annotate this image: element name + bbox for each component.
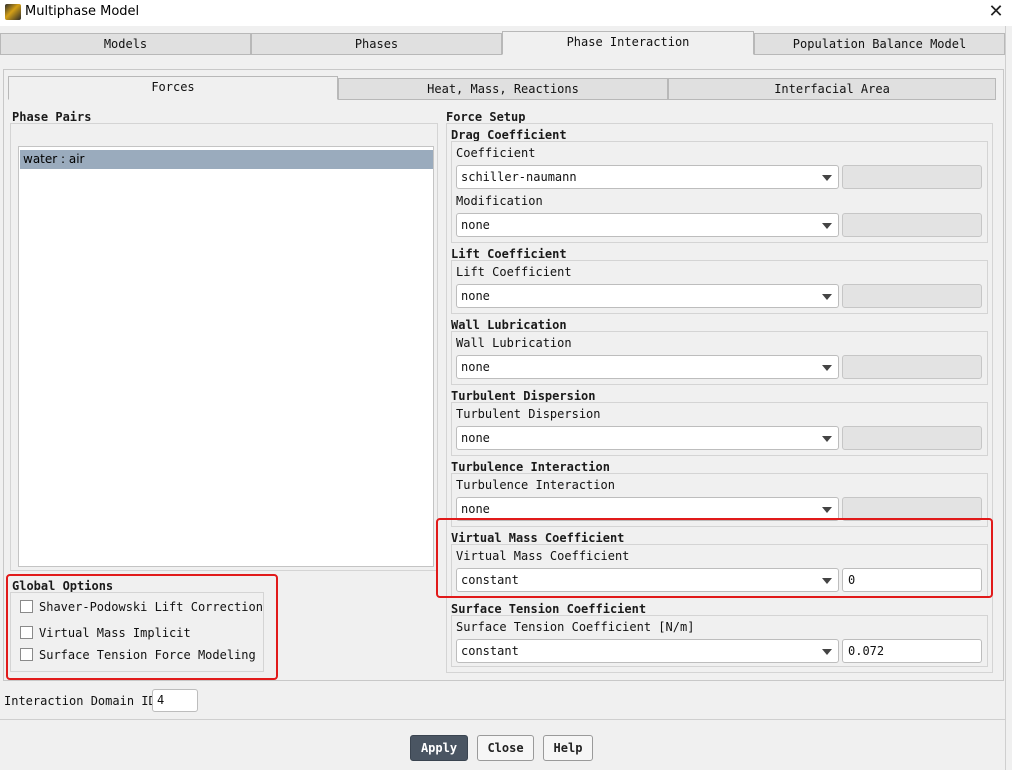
tab-phase-interaction[interactable]: Phase Interaction [502,31,754,55]
window-edge [1005,26,1006,770]
wall-lubrication-dropdown[interactable]: none [456,355,839,379]
turbulent-dispersion-title: Turbulent Dispersion [451,389,596,403]
tab-interfacial-area[interactable]: Interfacial Area [668,78,996,100]
surface-tension-coefficient-title: Surface Tension Coefficient [451,602,647,616]
wall-lubrication-title: Wall Lubrication [451,318,567,332]
surface-tension-coefficient-input[interactable]: 0.072 [842,639,982,663]
tab-forces[interactable]: Forces [8,76,338,100]
force-setup-title: Force Setup [446,110,526,124]
highlight-box-global-options [6,574,278,680]
chevron-down-icon [822,365,832,371]
lift-coefficient-value-field [842,284,982,308]
tab-population-balance-model[interactable]: Population Balance Model [754,33,1005,55]
lift-coefficient-dropdown[interactable]: none [456,284,839,308]
drag-modification-value: none [461,218,490,232]
drag-coefficient-value: schiller-naumann [461,170,577,184]
turbulent-dispersion-value-field [842,426,982,450]
tab-models[interactable]: Models [0,33,251,55]
drag-modification-label: Modification [456,194,543,208]
chevron-down-icon [822,223,832,229]
help-button[interactable]: Help [543,735,593,761]
window-title: Multiphase Model [25,4,140,19]
turbulent-dispersion-dropdown[interactable]: none [456,426,839,450]
tab-heat-mass-reactions[interactable]: Heat, Mass, Reactions [338,78,668,100]
surface-tension-coefficient-label: Surface Tension Coefficient [N/m] [456,620,695,634]
close-button[interactable]: Close [477,735,534,761]
title-bar: Multiphase Model ✕ [0,0,1012,26]
wall-lubrication-label: Wall Lubrication [456,336,572,350]
turbulence-interaction-value: none [461,502,490,516]
list-item[interactable]: water : air [20,150,433,169]
apply-button[interactable]: Apply [410,735,468,761]
drag-coefficient-title: Drag Coefficient [451,128,567,142]
turbulence-interaction-title: Turbulence Interaction [451,460,610,474]
divider [0,719,1005,720]
turbulent-dispersion-label: Turbulent Dispersion [456,407,601,421]
app-icon [5,4,21,20]
surface-tension-coefficient-value: constant [461,644,519,658]
wall-lubrication-value: none [461,360,490,374]
chevron-down-icon [822,175,832,181]
wall-lubrication-value-field [842,355,982,379]
drag-coefficient-value-field [842,165,982,189]
turbulence-interaction-label: Turbulence Interaction [456,478,615,492]
lift-coefficient-value: none [461,289,490,303]
chevron-down-icon [822,649,832,655]
close-icon[interactable]: ✕ [983,0,1009,24]
drag-modification-dropdown[interactable]: none [456,213,839,237]
turbulent-dispersion-value: none [461,431,490,445]
phase-pairs-title: Phase Pairs [12,110,92,124]
highlight-box-virtual-mass [436,518,993,598]
interaction-domain-input[interactable]: 4 [152,689,198,712]
tab-phases[interactable]: Phases [251,33,502,55]
drag-modification-value-field [842,213,982,237]
chevron-down-icon [822,507,832,513]
drag-coefficient-dropdown[interactable]: schiller-naumann [456,165,839,189]
surface-tension-coefficient-dropdown[interactable]: constant [456,639,839,663]
drag-coefficient-label: Coefficient [456,146,536,160]
phase-pairs-list[interactable]: water : air [18,146,434,567]
lift-coefficient-title: Lift Coefficient [451,247,567,261]
chevron-down-icon [822,294,832,300]
lift-coefficient-label: Lift Coefficient [456,265,572,279]
interaction-domain-label: Interaction Domain ID [4,694,156,708]
chevron-down-icon [822,436,832,442]
